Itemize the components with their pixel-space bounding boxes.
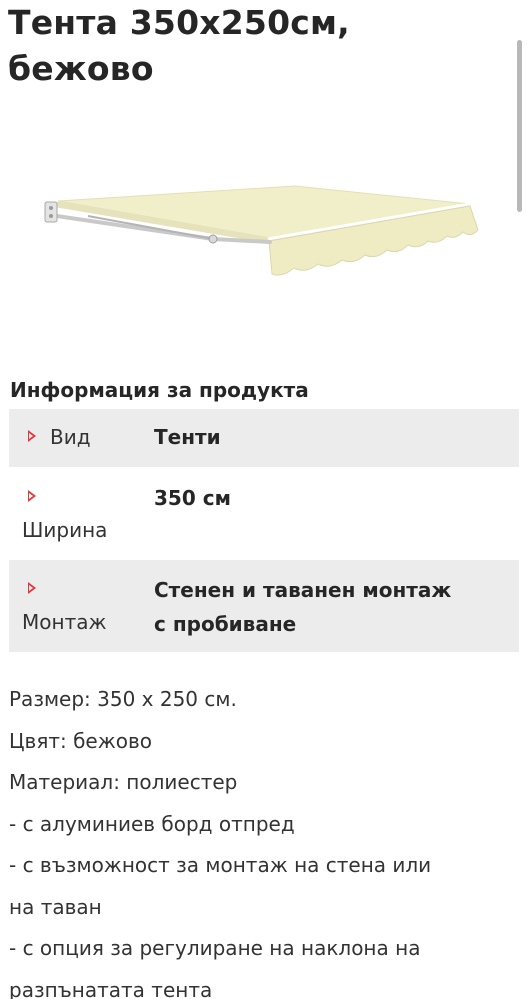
info-row-mounting: Монтаж Стенен и таванен монтаж с пробива… xyxy=(9,560,519,652)
product-title: Тента 350x250см, бежово xyxy=(8,3,350,88)
product-image[interactable] xyxy=(8,98,516,360)
product-page: Тента 350x250см, бежово Информация за пр… xyxy=(0,0,527,999)
info-value-width: 350 см xyxy=(154,486,231,510)
info-row-type: Вид Тенти xyxy=(9,409,519,467)
caret-right-icon xyxy=(28,582,36,594)
scrollbar[interactable] xyxy=(517,40,522,212)
description-line: разпънатата тента xyxy=(9,977,213,999)
info-label-width: Ширина xyxy=(22,518,108,542)
description-line: Материал: полиестер xyxy=(9,770,238,794)
info-value-type: Тенти xyxy=(154,425,221,449)
caret-right-icon xyxy=(28,490,36,502)
description-line: - с възможност за монтаж на стена или xyxy=(9,853,432,877)
info-label-type: Вид xyxy=(50,425,91,449)
info-label-mounting: Монтаж xyxy=(22,610,107,634)
awning-illustration xyxy=(8,98,516,360)
info-row-width: Ширина 350 см xyxy=(9,467,519,560)
description-line: Размер: 350 x 250 см. xyxy=(9,687,237,711)
description-line: Цвят: бежово xyxy=(9,728,153,753)
caret-right-icon xyxy=(28,430,36,442)
description-line: - с алуминиев борд отпред xyxy=(9,811,295,836)
description-line: на таван xyxy=(9,894,102,919)
product-info-heading: Информация за продукта xyxy=(10,378,309,402)
product-info-table: Вид Тенти Ширина 350 см Монтаж Стенен и … xyxy=(9,409,519,652)
info-value-mounting: Стенен и таванен монтаж с пробиване xyxy=(154,578,452,636)
description-line: - с опция за регулиране на наклона на xyxy=(9,936,421,960)
product-description: Размер: 350 x 250 см. Цвят: бежово Матер… xyxy=(9,679,519,999)
